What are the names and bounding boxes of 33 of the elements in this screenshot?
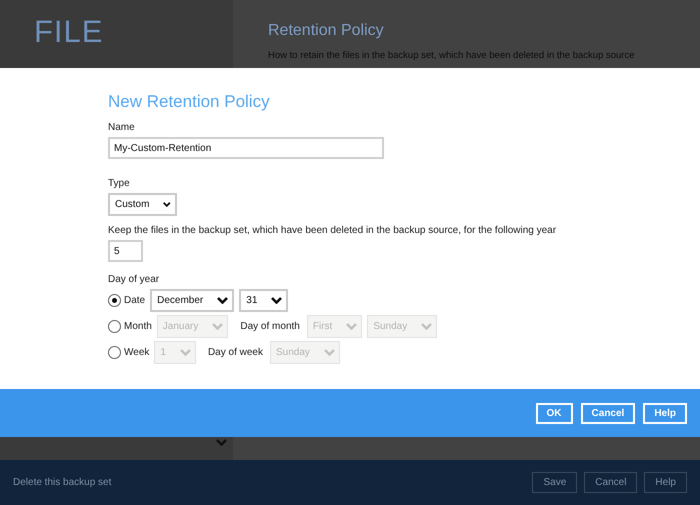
footer-button[interactable]: Cancel — [584, 472, 638, 493]
radio-option[interactable]: Date — [108, 294, 146, 307]
dialog-button[interactable]: Help — [643, 402, 687, 424]
radio-option[interactable]: Week — [108, 346, 150, 359]
field-label: Day of month — [240, 321, 300, 332]
footer-button[interactable]: Help — [644, 472, 687, 493]
chevron-down-icon — [217, 297, 228, 304]
field-label: Type — [108, 178, 130, 189]
dropdown[interactable]: 31 — [239, 289, 288, 312]
dialog-button[interactable]: OK — [536, 402, 573, 424]
chevron-down-icon — [163, 201, 171, 208]
radio-option[interactable]: Month — [108, 320, 152, 333]
dialog-title: New Retention Policy — [108, 92, 270, 112]
chevron-down-icon — [180, 349, 191, 356]
chevron-down-icon — [421, 323, 432, 330]
field-label: Keep the files in the backup set, which have been deleted in the backup source, for the following year — [108, 225, 556, 236]
chevron-down-icon — [324, 349, 335, 356]
type-select[interactable]: Custom — [108, 193, 177, 216]
delete-link[interactable]: Delete this backup set — [13, 477, 112, 488]
chevron-down-icon — [271, 297, 282, 304]
field-label: Day of year — [108, 274, 160, 285]
dialog-button[interactable]: Cancel — [580, 402, 636, 424]
name-field[interactable]: My-Custom-Retention — [108, 137, 384, 159]
section-title: Retention Policy — [268, 22, 384, 40]
years-field[interactable]: 5 — [108, 240, 143, 262]
chevron-down-icon — [212, 323, 224, 330]
field-label: Name — [108, 122, 135, 133]
footer-button[interactable]: Save — [532, 472, 578, 493]
chevron-down-icon — [216, 439, 227, 446]
field-label: Day of week — [208, 347, 263, 358]
chevron-down-icon — [346, 323, 358, 330]
app-title: FILE — [34, 14, 104, 50]
dropdown[interactable]: December — [150, 289, 234, 312]
